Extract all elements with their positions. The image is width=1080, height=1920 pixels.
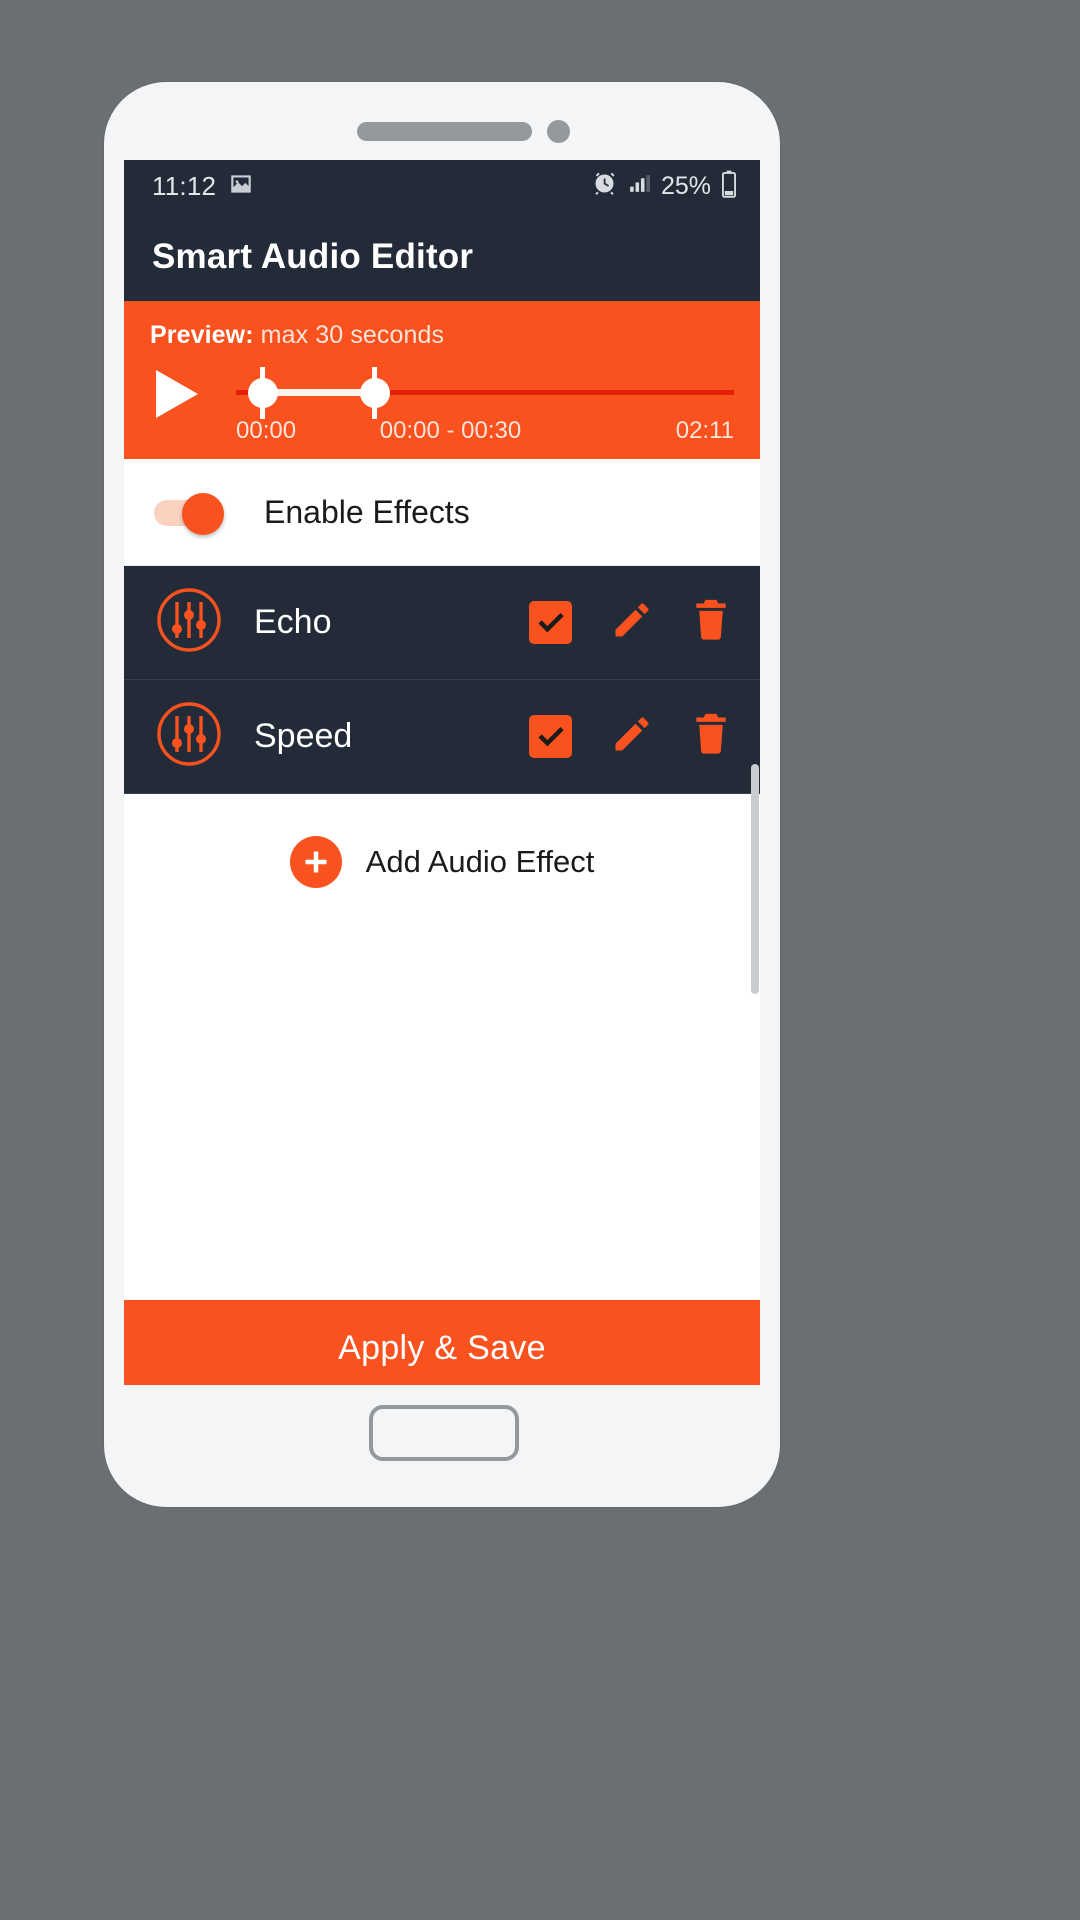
equalizer-icon [154, 699, 224, 774]
time-range: 00:00 - 00:30 [379, 417, 522, 444]
player-row [150, 362, 734, 424]
app-title-bar: Smart Audio Editor [124, 212, 760, 301]
time-labels: 00:00 00:00 - 00:30 02:11 [150, 417, 734, 445]
apply-save-button[interactable]: Apply & Save [124, 1300, 760, 1385]
effect-checkbox[interactable] [529, 715, 572, 758]
trash-icon[interactable] [692, 712, 730, 761]
add-audio-effect-label: Add Audio Effect [365, 844, 595, 879]
slider-handle-start[interactable] [248, 378, 278, 408]
front-camera-icon [547, 120, 570, 143]
status-bar-right: 25% [591, 170, 738, 203]
pencil-icon[interactable] [610, 598, 654, 647]
effect-name: Speed [254, 717, 353, 755]
home-button[interactable] [369, 1405, 519, 1461]
enable-effects-row[interactable]: Enable Effects [124, 459, 760, 566]
image-icon [228, 171, 254, 202]
effect-row-actions [529, 598, 730, 647]
pencil-icon[interactable] [610, 712, 654, 761]
effect-row-echo[interactable]: Echo [124, 566, 760, 680]
effect-row-speed[interactable]: Speed [124, 680, 760, 794]
equalizer-icon [154, 585, 224, 660]
time-start: 00:00 [236, 417, 297, 444]
screenshot-root: 11:12 25% Smart Audio Editor Preview: ma… [0, 0, 1080, 1920]
signal-bars-icon [627, 171, 652, 201]
add-audio-effect-button[interactable]: Add Audio Effect [289, 836, 595, 888]
phone-screen: 11:12 25% Smart Audio Editor Preview: ma… [124, 160, 760, 1385]
toggle-thumb [182, 493, 224, 535]
effect-row-actions [529, 712, 730, 761]
preview-label-rest: max 30 seconds [253, 321, 445, 349]
apply-save-label: Apply & Save [338, 1329, 546, 1367]
scrollbar-thumb[interactable] [751, 764, 759, 994]
status-bar-left: 11:12 [152, 171, 254, 202]
earpiece-speaker [357, 122, 532, 141]
time-total: 02:11 [675, 417, 734, 444]
page-title: Smart Audio Editor [152, 236, 474, 276]
battery-percent: 25% [660, 171, 711, 200]
alarm-clock-icon [591, 170, 618, 202]
effect-checkbox[interactable] [529, 601, 572, 644]
status-time: 11:12 [152, 170, 217, 201]
enable-effects-label: Enable Effects [264, 493, 470, 530]
status-bar: 11:12 25% [124, 160, 760, 212]
effect-name: Echo [254, 603, 332, 641]
enable-effects-toggle[interactable] [154, 493, 226, 535]
trash-icon[interactable] [692, 598, 730, 647]
slider-selection [262, 389, 374, 396]
plus-circle-icon[interactable] [289, 836, 342, 888]
slider-handle-end[interactable] [360, 378, 390, 408]
range-slider[interactable] [236, 367, 734, 419]
battery-icon [720, 170, 738, 203]
add-effect-area: Add Audio Effect [124, 794, 760, 1300]
preview-label: Preview: max 30 seconds [150, 321, 734, 350]
phone-top-bezel [104, 82, 780, 160]
phone-frame: 11:12 25% Smart Audio Editor Preview: ma… [104, 82, 780, 1507]
preview-panel: Preview: max 30 seconds 00:00 00:00 - 00… [124, 301, 760, 459]
preview-label-bold: Preview: [150, 321, 254, 349]
